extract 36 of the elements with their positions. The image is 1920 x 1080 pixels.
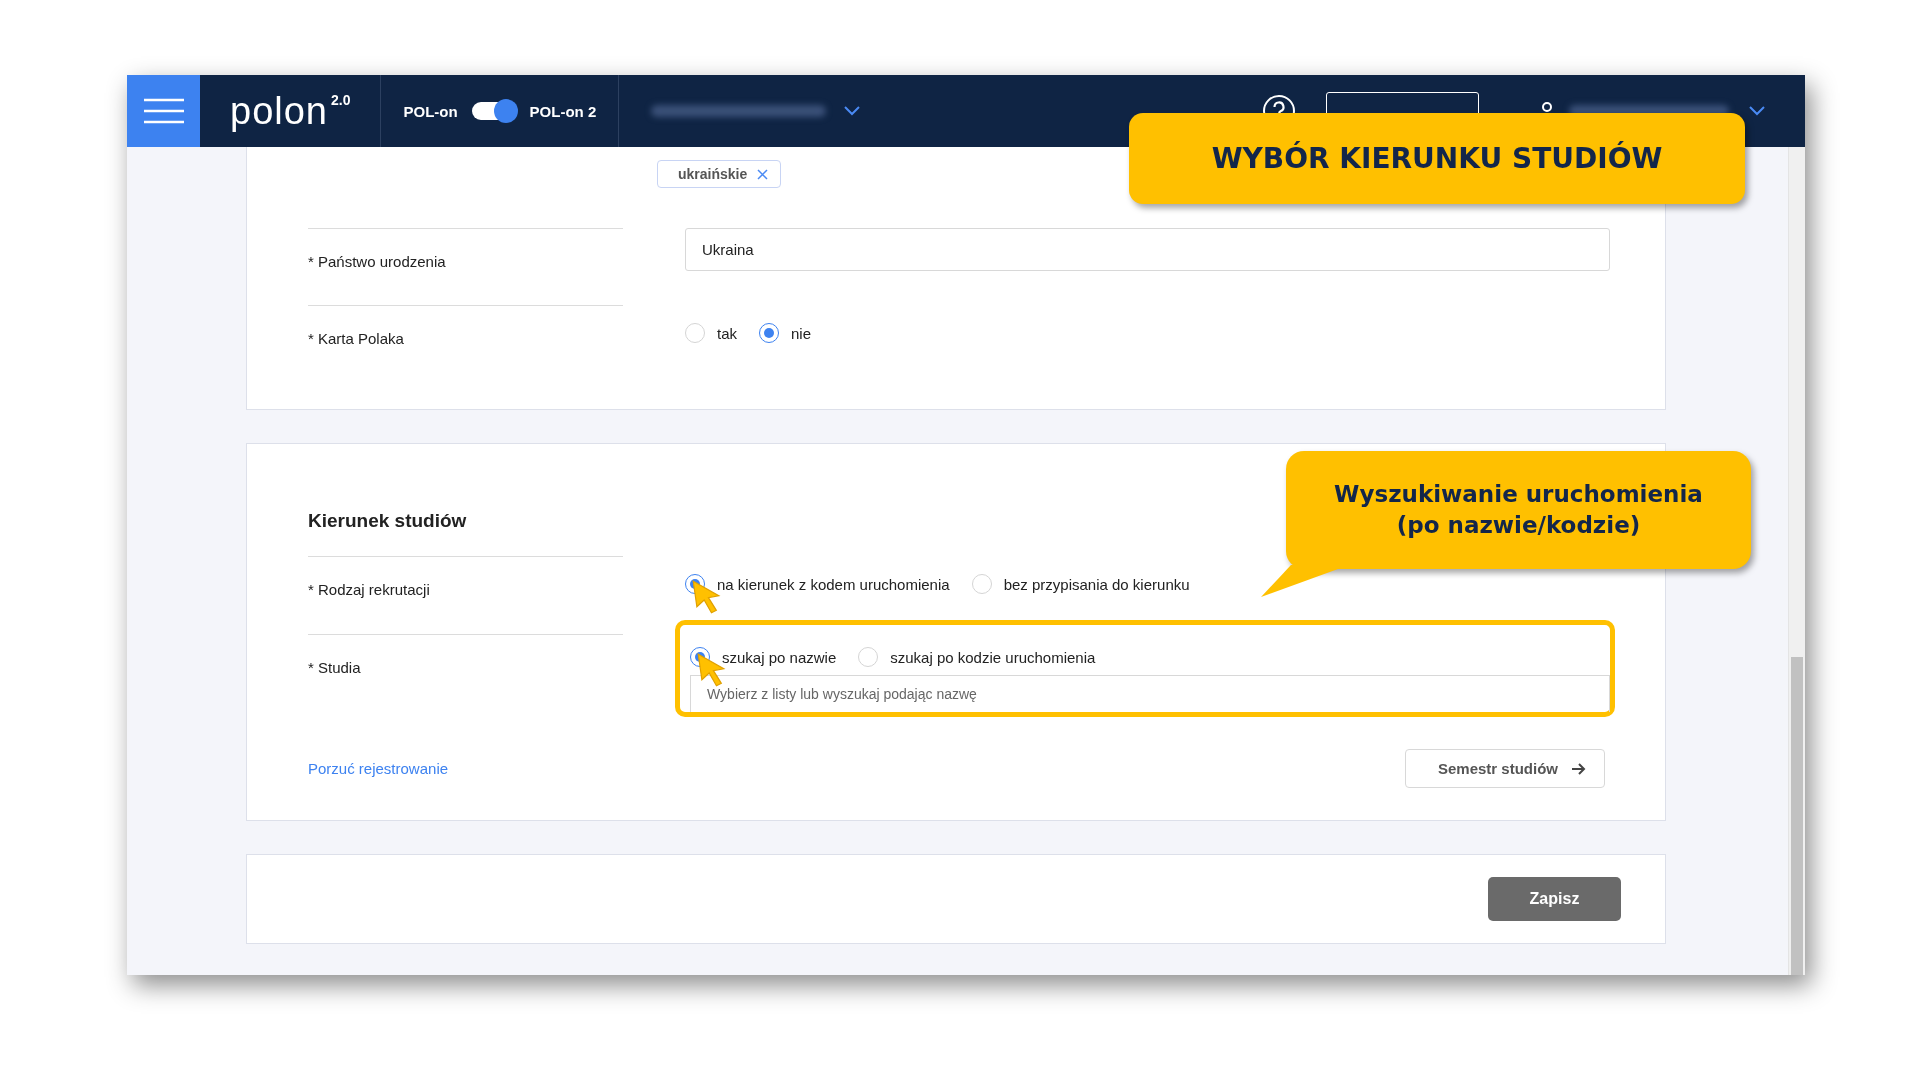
toggle-label: POL-on	[403, 102, 458, 120]
callout-tooltip: WYBÓR KIERUNKU STUDIÓW	[1129, 113, 1745, 204]
search-field[interactable]: Wybierz z listy lub wyszukaj podając nazwę	[690, 675, 1610, 712]
menu-button[interactable]	[127, 75, 200, 147]
close-icon[interactable]	[757, 168, 769, 180]
radio-label: tak	[717, 324, 737, 342]
arrow-right-icon	[1572, 762, 1586, 775]
radio-button[interactable]	[759, 323, 779, 343]
next-button[interactable]: Semestr studiów	[1404, 749, 1605, 788]
field-label: * Państwo urodzenia	[308, 228, 623, 305]
radio-label: szukaj po nazwie	[722, 648, 837, 666]
radio-label: na kierunek z kodem uruchomienia	[717, 575, 950, 593]
logo: polon	[230, 89, 328, 133]
radio-label: szukaj po kodzie uruchomienia	[890, 648, 1096, 666]
chevron-down-icon[interactable]	[844, 106, 861, 116]
field-label: * Studia	[308, 634, 623, 712]
radio-option[interactable]: tak	[685, 323, 737, 343]
radio-option[interactable]: bez przypisania do kierunku	[971, 574, 1190, 594]
chevron-down-icon[interactable]	[1749, 106, 1765, 116]
field-label: * Rodzaj rekrutacji	[308, 556, 623, 634]
radio-label: nie	[791, 324, 812, 342]
toggle-switch[interactable]	[471, 102, 516, 120]
logo-version: 2.0	[331, 92, 351, 108]
menu-icon	[143, 98, 184, 124]
toggle-label: POL-on 2	[529, 102, 597, 120]
field-label: * Karta Polaka	[308, 305, 623, 382]
radio-option[interactable]: szukaj po kodzie uruchomienia	[858, 647, 1096, 667]
abandon-link[interactable]: Porzuć rejestrowanie	[308, 760, 449, 777]
scrollbar[interactable]	[1788, 147, 1805, 975]
radio-label: bez przypisania do kierunku	[1003, 575, 1190, 593]
radio-option[interactable]: nie	[759, 323, 812, 343]
tag-chip[interactable]: ukraińskie	[657, 160, 782, 188]
text-field[interactable]: Ukraina	[685, 228, 1610, 271]
section-title: Kierunek studiów	[308, 510, 467, 531]
save-button[interactable]: Zapisz	[1488, 877, 1621, 921]
tag-label: ukraińskie	[678, 166, 748, 182]
